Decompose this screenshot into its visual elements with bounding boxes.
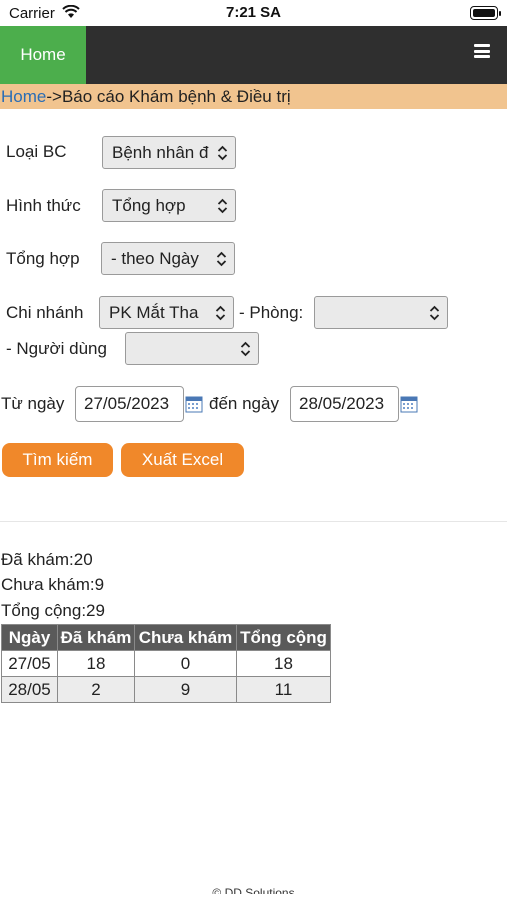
table-cell: 9 bbox=[134, 676, 237, 703]
select-arrows-icon bbox=[217, 145, 228, 161]
report-table: Ngày Đã khám Chưa khám Tổng cộng 27/05 1… bbox=[1, 624, 331, 703]
chua-kham-summary: Chưa khám:9 bbox=[1, 575, 105, 594]
breadcrumb-home-link[interactable]: Home bbox=[1, 87, 46, 106]
hamburger-icon[interactable] bbox=[474, 44, 490, 58]
chi-nhanh-value: PK Mắt Tha bbox=[109, 303, 199, 322]
da-kham-summary: Đã khám:20 bbox=[1, 550, 93, 569]
chi-nhanh-select[interactable]: PK Mắt Tha bbox=[99, 296, 234, 329]
hinh-thuc-value: Tổng hợp bbox=[112, 196, 186, 215]
table-cell: 0 bbox=[134, 650, 237, 677]
breadcrumb-separator: -> bbox=[46, 87, 62, 106]
battery-icon bbox=[470, 6, 501, 20]
table-cell: 18 bbox=[236, 650, 331, 677]
footer-text: © DD Solutions bbox=[212, 886, 295, 894]
table-cell: 28/05 bbox=[1, 676, 58, 703]
phong-select[interactable] bbox=[314, 296, 448, 329]
nguoi-dung-label: - Người dùng bbox=[6, 339, 107, 358]
table-cell: 2 bbox=[57, 676, 135, 703]
home-button[interactable]: Home bbox=[0, 26, 86, 84]
table-cell: 11 bbox=[236, 676, 331, 703]
table-row: 27/05 18 0 18 bbox=[1, 650, 331, 677]
select-arrows-icon bbox=[240, 341, 251, 357]
tu-ngay-label: Từ ngày bbox=[1, 394, 65, 413]
clock: 7:21 SA bbox=[225, 4, 282, 21]
navbar: Home bbox=[0, 26, 507, 84]
select-arrows-icon bbox=[215, 305, 226, 321]
column-header: Chưa khám bbox=[134, 624, 237, 651]
chi-nhanh-label: Chi nhánh bbox=[6, 303, 84, 322]
breadcrumb-current: Báo cáo Khám bệnh & Điều trị bbox=[61, 87, 291, 106]
column-header: Đã khám bbox=[57, 624, 135, 651]
tong-hop-value: - theo Ngày bbox=[111, 249, 199, 268]
hinh-thuc-label: Hình thức bbox=[6, 196, 81, 215]
table-row: 28/05 2 9 11 bbox=[1, 676, 331, 703]
calendar-icon[interactable] bbox=[185, 395, 203, 413]
hinh-thuc-select[interactable]: Tổng hợp bbox=[102, 189, 236, 222]
table-cell: 18 bbox=[57, 650, 135, 677]
column-header: Ngày bbox=[1, 624, 58, 651]
select-arrows-icon bbox=[217, 198, 228, 214]
calendar-icon[interactable] bbox=[400, 395, 418, 413]
select-arrows-icon bbox=[216, 251, 227, 267]
column-header: Tổng cộng bbox=[236, 624, 331, 651]
select-arrows-icon bbox=[429, 305, 440, 321]
table-header-row: Ngày Đã khám Chưa khám Tổng cộng bbox=[1, 624, 331, 651]
status-bar: Carrier 7:21 SA bbox=[0, 0, 507, 26]
phong-label: - Phòng: bbox=[239, 303, 304, 322]
search-button[interactable]: Tìm kiếm bbox=[2, 443, 113, 477]
divider bbox=[0, 521, 507, 522]
breadcrumb: Home->Báo cáo Khám bệnh & Điều trị bbox=[0, 84, 507, 109]
table-cell: 27/05 bbox=[1, 650, 58, 677]
nguoi-dung-select[interactable] bbox=[125, 332, 259, 365]
den-ngay-input[interactable]: 28/05/2023 bbox=[290, 386, 399, 422]
export-excel-button[interactable]: Xuất Excel bbox=[121, 443, 244, 477]
loai-bc-select[interactable]: Bệnh nhân đ bbox=[102, 136, 236, 169]
loai-bc-label: Loại BC bbox=[6, 142, 67, 161]
tong-hop-select[interactable]: - theo Ngày bbox=[101, 242, 235, 275]
loai-bc-value: Bệnh nhân đ bbox=[112, 143, 209, 162]
den-ngay-label: đến ngày bbox=[209, 394, 279, 413]
tong-hop-label: Tổng hợp bbox=[6, 249, 80, 268]
tu-ngay-input[interactable]: 27/05/2023 bbox=[75, 386, 184, 422]
tong-cong-summary: Tổng cộng:29 bbox=[1, 601, 105, 620]
